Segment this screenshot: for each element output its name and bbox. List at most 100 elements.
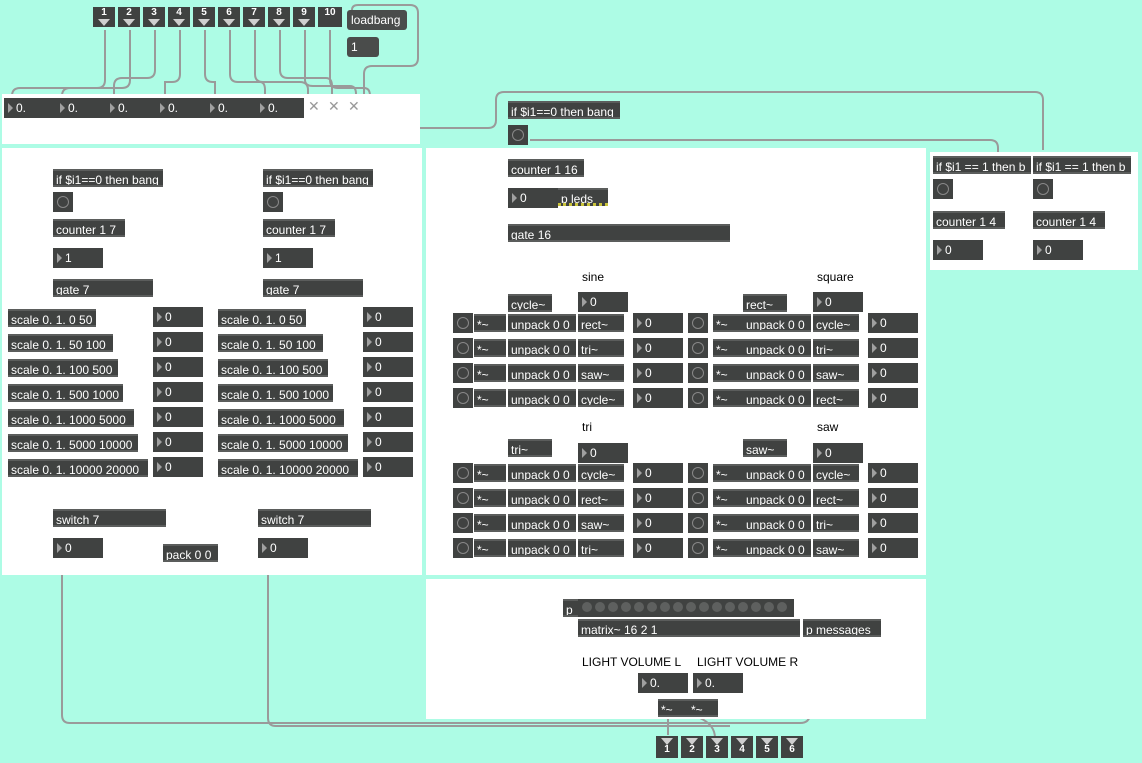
gate-object[interactable]: gate 16	[508, 224, 730, 242]
outlet-6[interactable]: 6	[781, 736, 803, 758]
unpack-object[interactable]: unpack 0 0	[508, 514, 576, 532]
bang-button[interactable]	[508, 125, 528, 145]
multiply-signal-object[interactable]: *~	[474, 514, 506, 532]
inlet-8[interactable]: 8	[268, 7, 290, 27]
inlet-4[interactable]: 4	[168, 7, 190, 27]
number-box[interactable]: 0	[868, 313, 918, 333]
number-box[interactable]: 0	[363, 332, 413, 352]
bang-button[interactable]	[453, 388, 473, 408]
number-box[interactable]: 0	[868, 513, 918, 533]
switch-object[interactable]: switch 7	[258, 509, 371, 527]
unpack-object[interactable]: unpack 0 0	[508, 464, 576, 482]
number-box[interactable]: 0	[633, 313, 683, 333]
scale-object[interactable]: scale 0. 1. 100 500	[218, 359, 328, 377]
bang-button[interactable]	[1033, 179, 1053, 199]
multiply-signal-object[interactable]: *~	[713, 539, 745, 557]
oscillator-object[interactable]: cycle~	[508, 294, 552, 312]
volume-left-float[interactable]: 0.	[638, 673, 688, 693]
number-box[interactable]: 0	[868, 538, 918, 558]
bang-button[interactable]	[53, 192, 73, 212]
unpack-object[interactable]: unpack 0 0	[743, 314, 811, 332]
number-box[interactable]: 0	[813, 292, 863, 312]
unpack-object[interactable]: unpack 0 0	[508, 389, 576, 407]
unpack-object[interactable]: unpack 0 0	[508, 364, 576, 382]
scale-object[interactable]: scale 0. 1. 5000 10000	[218, 434, 348, 452]
number-box[interactable]: 0	[578, 443, 628, 463]
bang-button[interactable]	[688, 463, 708, 483]
outlet-3[interactable]: 3	[706, 736, 728, 758]
multiply-signal-object[interactable]: *~	[474, 364, 506, 382]
number-box[interactable]: 1	[263, 248, 313, 268]
number-box[interactable]: 0	[363, 432, 413, 452]
bang-button[interactable]	[453, 463, 473, 483]
p-leds-subpatch[interactable]: p leds	[558, 188, 608, 206]
inlet-6[interactable]: 6	[218, 7, 240, 27]
p-messages-subpatch[interactable]: p messages	[803, 619, 881, 637]
multiply-signal-object[interactable]: *~	[474, 489, 506, 507]
multiply-signal-object[interactable]: *~	[474, 339, 506, 357]
outlet-2[interactable]: 2	[681, 736, 703, 758]
scale-object[interactable]: scale 0. 1. 0 50	[218, 309, 306, 327]
number-box[interactable]: 0	[363, 307, 413, 327]
bang-button[interactable]	[453, 488, 473, 508]
if-bang-object[interactable]: if $i1 == 1 then b	[933, 156, 1031, 174]
switch-object[interactable]: switch 7	[53, 509, 166, 527]
bang-button[interactable]	[453, 538, 473, 558]
number-box[interactable]: 0	[578, 292, 628, 312]
multiply-signal-right[interactable]: *~	[688, 699, 718, 717]
inlet-1[interactable]: 1	[93, 7, 115, 27]
counter-object[interactable]: counter 1 4	[933, 211, 1005, 229]
number-box[interactable]: 0	[633, 488, 683, 508]
scale-object[interactable]: scale 0. 1. 50 100	[218, 334, 323, 352]
unpack-object[interactable]: unpack 0 0	[508, 339, 576, 357]
number-box[interactable]: 0	[363, 357, 413, 377]
multiply-signal-object[interactable]: *~	[713, 514, 745, 532]
oscillator-object[interactable]: tri~	[813, 339, 859, 357]
number-box[interactable]: 0	[868, 488, 918, 508]
number-box[interactable]: 0	[633, 338, 683, 358]
led-row[interactable]	[578, 599, 794, 617]
gate-object[interactable]: gate 7	[263, 279, 363, 297]
unpack-object[interactable]: unpack 0 0	[743, 339, 811, 357]
close-icon[interactable]: ✕	[328, 98, 340, 115]
number-box[interactable]: 0	[633, 388, 683, 408]
multiply-signal-object[interactable]: *~	[474, 539, 506, 557]
oscillator-object[interactable]: saw~	[743, 439, 787, 457]
unpack-object[interactable]: unpack 0 0	[743, 364, 811, 382]
number-box[interactable]: 0	[933, 240, 983, 260]
multiply-signal-object[interactable]: *~	[474, 314, 506, 332]
loadbang-object[interactable]: loadbang	[347, 10, 407, 30]
number-box[interactable]: 0	[633, 538, 683, 558]
scale-object[interactable]: scale 0. 1. 10000 20000	[8, 459, 148, 477]
bang-button[interactable]	[453, 338, 473, 358]
oscillator-object[interactable]: tri~	[578, 539, 624, 557]
bang-button[interactable]	[688, 363, 708, 383]
multiply-signal-object[interactable]: *~	[713, 464, 745, 482]
matrix-object[interactable]: matrix~ 16 2 1	[578, 619, 800, 637]
unpack-object[interactable]: unpack 0 0	[743, 489, 811, 507]
number-box[interactable]: 0	[153, 332, 203, 352]
inlet-7[interactable]: 7	[243, 7, 265, 27]
oscillator-object[interactable]: rect~	[813, 389, 859, 407]
unpack-object[interactable]: unpack 0 0	[743, 464, 811, 482]
number-box[interactable]: 0	[153, 357, 203, 377]
number-box[interactable]: 0	[633, 513, 683, 533]
unpack-object[interactable]: unpack 0 0	[743, 514, 811, 532]
gate-object[interactable]: gate 7	[53, 279, 153, 297]
number-box[interactable]: 0	[1033, 240, 1083, 260]
if-bang-object[interactable]: if $i1==0 then bang	[263, 169, 373, 187]
counter-object[interactable]: counter 1 7	[53, 219, 125, 237]
number-box[interactable]: 0	[868, 338, 918, 358]
oscillator-object[interactable]: rect~	[743, 294, 787, 312]
scale-object[interactable]: scale 0. 1. 5000 10000	[8, 434, 138, 452]
number-box[interactable]: 0	[153, 407, 203, 427]
number-box[interactable]: 0	[153, 432, 203, 452]
float-box-4[interactable]: 0.	[156, 98, 208, 118]
scale-object[interactable]: scale 0. 1. 0 50	[8, 309, 96, 327]
multiply-signal-object[interactable]: *~	[713, 339, 745, 357]
volume-right-float[interactable]: 0.	[693, 673, 743, 693]
number-box[interactable]: 0	[53, 538, 103, 558]
number-box[interactable]: 0	[868, 463, 918, 483]
unpack-object[interactable]: unpack 0 0	[508, 489, 576, 507]
multiply-signal-object[interactable]: *~	[474, 389, 506, 407]
